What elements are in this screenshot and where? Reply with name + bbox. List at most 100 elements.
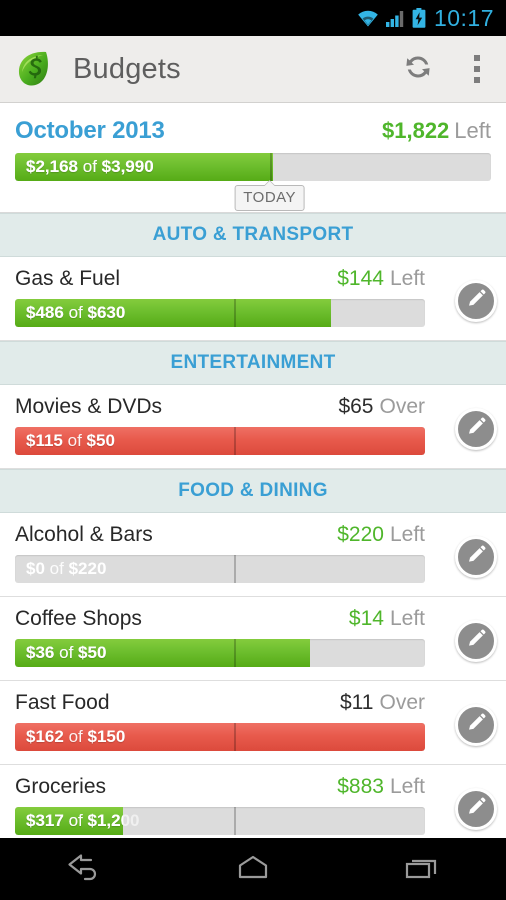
nav-home-button[interactable] [193, 838, 313, 900]
budget-bar-spent: $486 [26, 303, 64, 322]
edit-budget-button[interactable] [455, 536, 497, 578]
edit-budget-button[interactable] [455, 620, 497, 662]
edit-budget-button[interactable] [455, 788, 497, 830]
summary-month: October 2013 [15, 117, 165, 144]
monthly-summary: October 2013 $1,822 Left $2,168 of $3,990… [0, 103, 506, 213]
section-title: ENTERTAINMENT [170, 352, 336, 373]
budget-bar-total: $150 [87, 727, 126, 746]
budget-category: Movies & DVDs [15, 395, 163, 418]
status-bar: 10:17 [0, 0, 506, 36]
summary-header: October 2013 $1,822 Left [15, 117, 491, 145]
budget-progress-bar: $115 of $50 [15, 427, 425, 455]
budget-category: Coffee Shops [15, 607, 142, 630]
budget-list[interactable]: October 2013 $1,822 Left $2,168 of $3,990… [0, 103, 506, 838]
budget-row[interactable]: Coffee Shops $14 Left $36 of $50 $36 of $50 [0, 597, 506, 681]
budget-progress-bar: $317 of $1,200$317 of $1,200 [15, 807, 425, 835]
pencil-icon [465, 544, 487, 571]
edit-budget-button[interactable] [455, 280, 497, 322]
budget-bar-text-clipped: $317 of $1,200 [15, 807, 123, 835]
battery-charging-icon [412, 8, 426, 28]
page-title: Budgets [73, 52, 181, 85]
budget-today-tick [234, 723, 237, 751]
budget-bar-text-clipped: $486 of $630 [15, 299, 331, 327]
budget-row-header: Groceries $883 Left [15, 775, 491, 799]
pencil-icon [465, 796, 487, 823]
budget-amount-label: Left [389, 775, 425, 798]
budget-progress-bar: $486 of $630 $486 of $630 [15, 299, 425, 327]
pencil-icon [465, 628, 487, 655]
overflow-menu-button[interactable] [454, 36, 500, 103]
budget-amount-label: Over [379, 395, 425, 418]
budget-category: Groceries [15, 775, 107, 798]
budget-row-header: Movies & DVDs $65 Over [15, 395, 491, 419]
pencil-icon [465, 416, 487, 443]
android-nav-bar [0, 838, 506, 900]
budget-sections: AUTO & TRANSPORT Gas & Fuel $144 Left $486 o… [0, 213, 506, 838]
refresh-button[interactable] [390, 36, 446, 103]
summary-amount: $1,822 [382, 118, 450, 143]
budget-row-header: Fast Food $11 Over [15, 691, 491, 715]
cellular-signal-icon [385, 10, 405, 27]
budget-amount-group: $14 Left [349, 607, 425, 631]
pencil-icon [465, 288, 487, 315]
refresh-icon [402, 51, 434, 88]
budget-amount-label: Left [389, 607, 425, 630]
budget-row[interactable]: Gas & Fuel $144 Left $486 of $630 $486 of $6… [0, 257, 506, 341]
budget-today-tick [234, 555, 237, 583]
budget-bar-spent: $0 [26, 559, 45, 578]
budget-amount: $883 [337, 775, 384, 798]
budget-amount-label: Left [389, 523, 425, 546]
budget-bar-of: of [59, 643, 74, 662]
nav-recents-button[interactable] [362, 838, 482, 900]
app-root: 10:17 Budgets October 2013 $1,822 Left $… [0, 0, 506, 900]
budget-bar-of: of [68, 811, 83, 830]
budget-amount: $65 [338, 395, 374, 418]
summary-bar-of: of [82, 157, 97, 176]
budget-today-tick [234, 427, 237, 455]
budget-amount: $11 [340, 691, 374, 714]
budget-progress-bar: $162 of $150 [15, 723, 425, 751]
action-bar: Budgets [0, 36, 506, 103]
budget-bar-total: $220 [68, 559, 107, 578]
budget-bar-text: $0 of $220 [26, 555, 106, 583]
summary-amount-label: Left [454, 118, 491, 143]
edit-budget-button[interactable] [455, 408, 497, 450]
status-bar-icons [357, 8, 426, 28]
budget-amount-label: Over [379, 691, 425, 714]
budget-bar-total: $50 [78, 643, 107, 662]
budget-bar-total: $50 [86, 431, 115, 450]
budget-amount-group: $883 Left [337, 775, 425, 799]
budget-row[interactable]: Groceries $883 Left $317 of $1,200 $317 of $… [0, 765, 506, 838]
section-header: ENTERTAINMENT [0, 341, 506, 385]
budget-bar-text: $115 of $50 [26, 427, 115, 455]
wifi-icon [357, 10, 379, 27]
pencil-icon [465, 712, 487, 739]
budget-amount-group: $65 Over [338, 395, 425, 419]
section-header: AUTO & TRANSPORT [0, 213, 506, 257]
summary-progress-bar: $2,168 of $3,990 $2,168 of $3,990 [15, 153, 491, 181]
budget-bar-text: $162 of $150 [26, 723, 125, 751]
budget-amount: $144 [337, 267, 384, 290]
budget-bar-total: $630 [87, 303, 126, 322]
budget-row[interactable]: Alcohol & Bars $220 Left $0 of $220 [0, 513, 506, 597]
budget-bar-of: of [49, 559, 64, 578]
budget-bar-spent: $162 [26, 727, 64, 746]
budget-amount: $220 [337, 523, 384, 546]
budget-row[interactable]: Movies & DVDs $65 Over $115 of $50 [0, 385, 506, 469]
budget-row-header: Gas & Fuel $144 Left [15, 267, 491, 291]
section-title: FOOD & DINING [178, 480, 328, 501]
budget-progress-bar: $0 of $220 [15, 555, 425, 583]
budget-row-header: Alcohol & Bars $220 Left [15, 523, 491, 547]
nav-back-button[interactable] [24, 838, 144, 900]
budget-category: Gas & Fuel [15, 267, 121, 290]
edit-budget-button[interactable] [455, 704, 497, 746]
budget-amount-group: $220 Left [337, 523, 425, 547]
budget-category: Fast Food [15, 691, 110, 714]
budget-row[interactable]: Fast Food $11 Over $162 of $150 [0, 681, 506, 765]
budget-bar-of: of [68, 727, 83, 746]
budget-bar-of: of [67, 431, 82, 450]
budget-bar-spent: $115 [26, 431, 63, 450]
summary-bar-spent: $2,168 [26, 157, 78, 176]
section-header: FOOD & DINING [0, 469, 506, 513]
budget-bar-text-clipped: $36 of $50 [15, 639, 310, 667]
